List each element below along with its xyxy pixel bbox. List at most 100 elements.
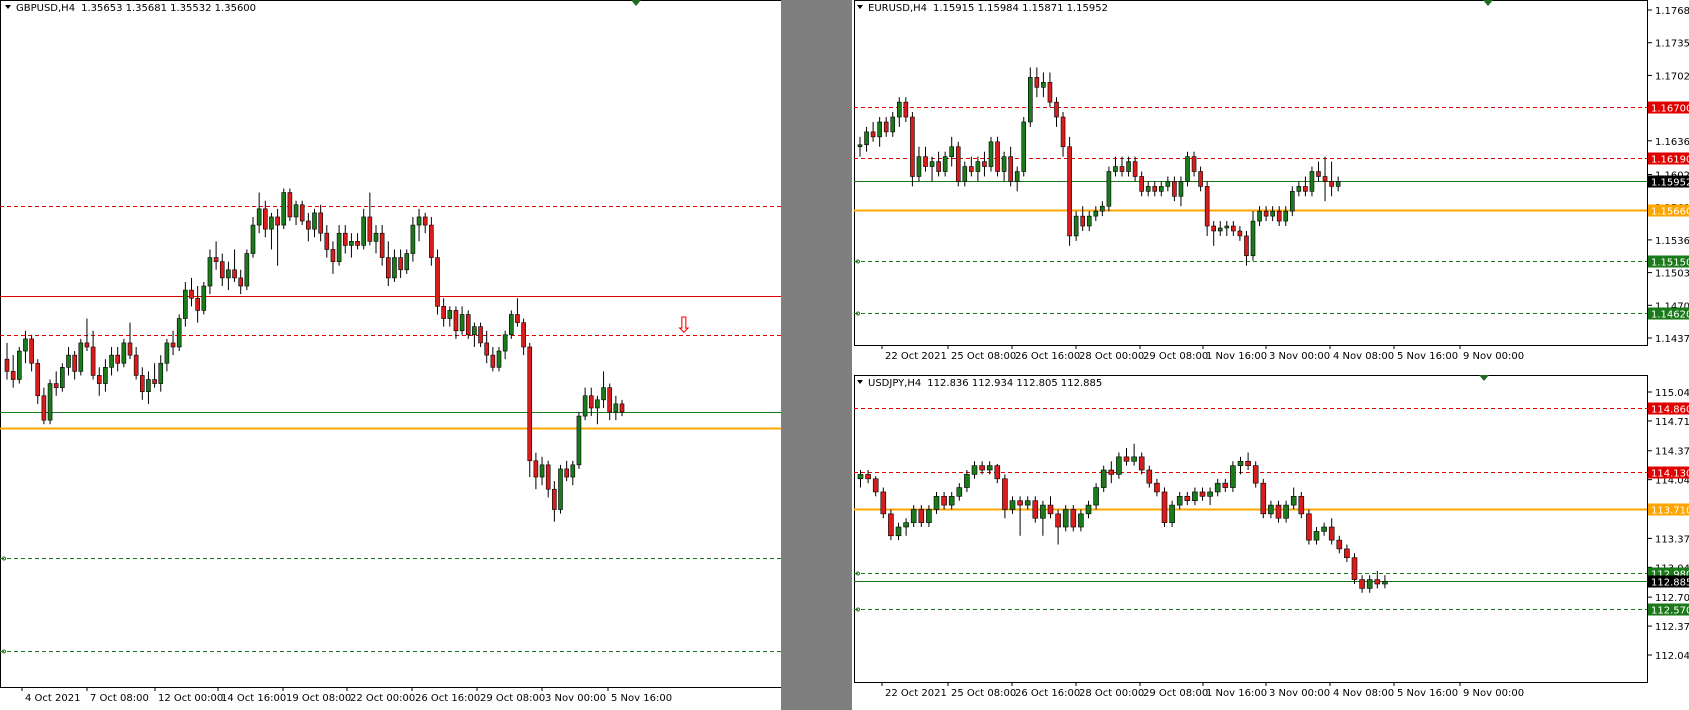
candle-body <box>1113 166 1118 172</box>
candle-body <box>416 216 422 226</box>
time-axis-label: 14 Oct 16:00 <box>221 693 286 704</box>
candle-body <box>1161 491 1168 523</box>
chart-header: EURUSD,H4 1.15915 1.15984 1.15871 1.15952 <box>868 3 1108 14</box>
candle-body <box>588 395 594 409</box>
candle-body <box>888 513 894 537</box>
candle-body <box>1080 215 1085 227</box>
candle-body <box>238 277 243 287</box>
candle-body <box>1204 186 1210 227</box>
candle-body <box>1192 491 1198 502</box>
candle-body <box>35 362 41 397</box>
candle-body <box>1336 539 1343 550</box>
candle-body <box>342 232 348 246</box>
time-axis-label: 26 Oct 16:00 <box>415 693 480 704</box>
candle <box>988 136 994 172</box>
price-axis-label: 112.040 <box>1655 651 1689 662</box>
candle-body <box>1139 176 1144 192</box>
candle-body <box>1217 227 1223 232</box>
candle-body <box>890 116 896 133</box>
time-axis-label: 9 Nov 00:00 <box>1463 688 1524 699</box>
candle <box>910 112 915 187</box>
level-price-label: 1.16700 <box>1651 104 1689 115</box>
candle <box>1106 166 1112 212</box>
candle-body <box>429 224 434 258</box>
candle-body <box>975 161 981 172</box>
price-axis-label: 1.17350 <box>1655 39 1689 50</box>
candle-body <box>918 509 925 523</box>
candle-body <box>933 496 940 510</box>
level-price-label: 112.570 <box>1651 606 1689 617</box>
time-axis-label: 1 Nov 16:00 <box>1206 351 1267 362</box>
candle-body <box>1270 210 1275 217</box>
candle-body <box>330 249 336 262</box>
level-price-label: 1.15660 <box>1651 207 1689 218</box>
candle-body <box>435 257 440 307</box>
price-axis-label: 114.370 <box>1655 447 1689 458</box>
candle-body <box>441 306 446 319</box>
candle-body <box>1138 456 1145 471</box>
sell-arrow-icon[interactable]: ⇩ <box>675 314 693 339</box>
candle-body <box>1086 215 1092 227</box>
candle-body <box>392 257 397 279</box>
candle-body <box>1260 482 1267 515</box>
candle-body <box>1017 500 1023 506</box>
candle-body <box>324 232 330 250</box>
candle <box>244 249 250 291</box>
candle-body <box>872 478 879 493</box>
eurusd-chart-window[interactable]: EURUSD,H4 1.15915 1.15984 1.15871 1.15952… <box>852 0 1689 375</box>
candle-body <box>478 326 483 344</box>
candle <box>955 141 961 187</box>
price-axis-label: 1.16360 <box>1655 137 1689 148</box>
candle-body <box>140 375 145 392</box>
candle-body <box>447 310 453 319</box>
usdjpy-chart-window[interactable]: USDJPY,H4 112.836 112.934 112.805 112.885… <box>852 375 1689 710</box>
terminal-workspace: GBPUSD,H4 1.35653 1.35681 1.35532 1.35600… <box>0 0 1689 710</box>
candle-body <box>1296 186 1302 192</box>
candle-body <box>929 161 935 167</box>
candle-body <box>398 257 403 271</box>
candle <box>1067 136 1072 246</box>
candle-body <box>293 204 299 218</box>
time-axis-label: 3 Nov 00:00 <box>1269 688 1330 699</box>
candle-body <box>189 289 194 299</box>
candle-body <box>1132 161 1138 177</box>
candle-body <box>262 208 268 230</box>
symbol-timeframe: USDJPY,H4 <box>868 378 921 389</box>
candle-body <box>1237 230 1243 237</box>
candle <box>1351 553 1358 584</box>
candle-body <box>979 465 985 471</box>
time-axis-label: 1 Nov 16:00 <box>1206 688 1267 699</box>
price-axis-label: 1.17680 <box>1655 6 1689 17</box>
candle-body <box>158 362 164 384</box>
candle <box>121 338 127 368</box>
candle-body <box>47 383 53 421</box>
candle-body <box>1191 156 1197 172</box>
candle-body <box>910 509 917 523</box>
gbpusd-chart-window[interactable]: GBPUSD,H4 1.35653 1.35681 1.35532 1.35600… <box>0 0 781 710</box>
candle-body <box>361 216 367 246</box>
candle-body <box>1283 504 1289 519</box>
candle-body <box>1344 548 1350 558</box>
candle-body <box>1001 156 1007 172</box>
candle-body <box>971 465 978 475</box>
candle-body <box>1040 504 1046 519</box>
candle-body <box>1178 181 1184 197</box>
candle-body <box>109 354 114 368</box>
candle-body <box>244 253 250 287</box>
candle-body <box>1289 191 1295 212</box>
candle-body <box>619 403 625 413</box>
chart-header: USDJPY,H4 112.836 112.934 112.805 112.885 <box>868 378 1102 389</box>
candle <box>888 509 894 541</box>
time-axis-label: 22 Oct 2021 <box>885 688 947 699</box>
candle-body <box>1054 101 1059 118</box>
candle-body <box>1041 82 1046 88</box>
candle-body <box>1335 181 1341 187</box>
candle-body <box>1108 469 1115 475</box>
candle-body <box>459 314 465 332</box>
level-price-label: 1.15150 <box>1651 258 1689 269</box>
candle-body <box>880 491 887 515</box>
time-axis-label: 5 Nov 16:00 <box>611 693 672 704</box>
level-price-label: 114.130 <box>1651 469 1689 480</box>
symbol-timeframe: GBPUSD,H4 <box>16 3 75 14</box>
candle-body <box>453 310 459 332</box>
